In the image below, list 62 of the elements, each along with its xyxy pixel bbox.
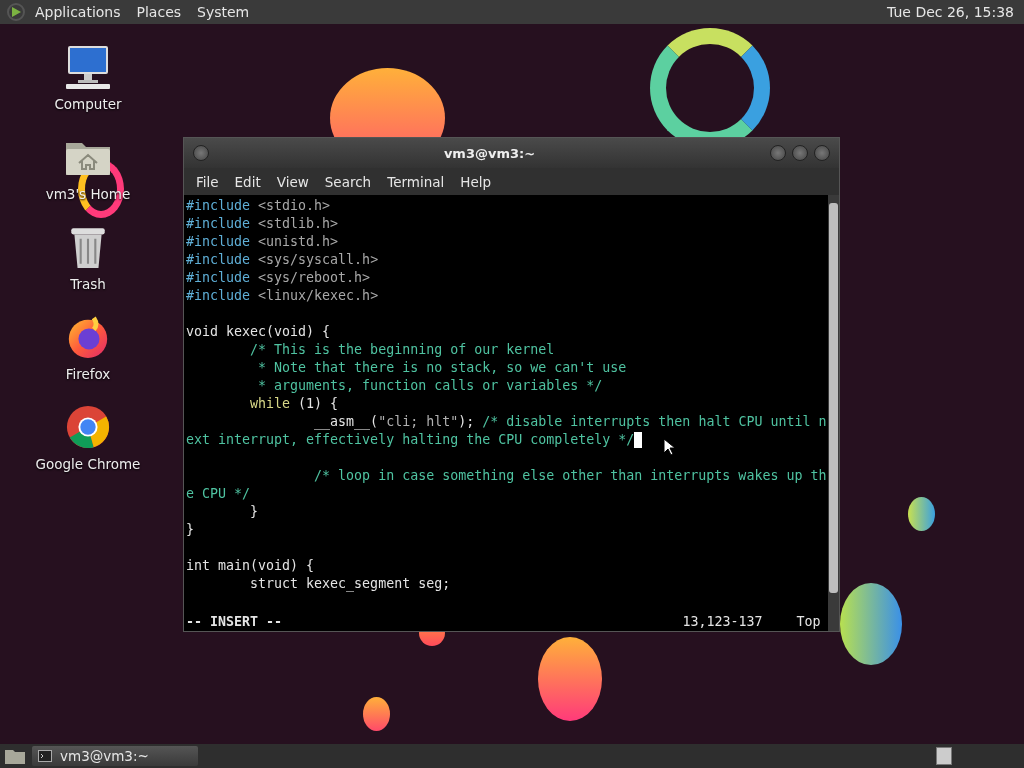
wallpaper-bubble bbox=[363, 697, 390, 731]
desktop-icon-label[interactable]: Firefox bbox=[65, 366, 111, 382]
panel-menu[interactable]: System bbox=[190, 4, 257, 20]
maximize-button[interactable] bbox=[792, 145, 808, 161]
code-text: "cli; hlt" bbox=[378, 413, 459, 431]
code-text: * arguments, function calls or variables */ bbox=[257, 377, 603, 395]
code-text: e CPU */ bbox=[186, 485, 251, 503]
code-text: } bbox=[186, 521, 194, 539]
desktop-icon-label[interactable]: Google Chrome bbox=[35, 456, 141, 472]
window-menu-button[interactable] bbox=[193, 145, 209, 161]
code-text: ext interrupt, effectively halting the CPU completely */ bbox=[186, 431, 635, 449]
code-text: void kexec(void) { bbox=[186, 323, 331, 341]
workspace-switcher[interactable] bbox=[936, 747, 952, 765]
desktop-icon-label[interactable]: Computer bbox=[54, 96, 122, 112]
code-text: <stdlib.h> bbox=[257, 215, 339, 233]
code-text: #include bbox=[186, 197, 251, 215]
panel-menu[interactable]: Places bbox=[129, 4, 189, 20]
code-text: int main(void) { bbox=[186, 557, 315, 575]
terminal-menu[interactable]: View bbox=[268, 173, 317, 190]
panel-menu[interactable]: Applications bbox=[28, 4, 128, 20]
code-text: <stdio.h> bbox=[257, 197, 331, 215]
show-desktop-icon[interactable] bbox=[4, 747, 26, 765]
code-text: #include bbox=[186, 233, 251, 251]
code-text: #include bbox=[186, 215, 251, 233]
terminal-menu[interactable]: File bbox=[188, 173, 227, 190]
cursor-position: 13,123-137 bbox=[682, 613, 763, 629]
distro-logo-icon[interactable] bbox=[6, 2, 26, 22]
chrome-icon[interactable] bbox=[64, 404, 112, 450]
terminal-menu[interactable]: Terminal bbox=[379, 173, 453, 190]
terminal-icon bbox=[38, 750, 52, 762]
terminal-menu[interactable]: Help bbox=[452, 173, 500, 190]
code-text: /* disable interrupts then halt CPU until n bbox=[482, 413, 827, 431]
code-text: struct kexec_segment seg; bbox=[249, 575, 451, 593]
wallpaper-bubble bbox=[908, 497, 935, 531]
code-text: } bbox=[249, 503, 259, 521]
window-title: vm3@vm3:~ bbox=[442, 145, 537, 161]
code-text: * Note that there is no stack, so we can't use bbox=[257, 359, 627, 377]
code-text: #include bbox=[186, 287, 251, 305]
close-button[interactable] bbox=[814, 145, 830, 161]
code-text: <sys/reboot.h> bbox=[257, 269, 371, 287]
computer-icon[interactable] bbox=[64, 44, 112, 90]
code-text: <sys/syscall.h> bbox=[257, 251, 379, 269]
code-text: <linux/kexec.h> bbox=[257, 287, 379, 305]
vim-mode: -- INSERT -- bbox=[186, 613, 283, 629]
code-text: <unistd.h> bbox=[257, 233, 339, 251]
mouse-pointer-icon bbox=[663, 438, 675, 456]
code-text: #include bbox=[186, 251, 251, 269]
code-text: __asm__( bbox=[313, 413, 379, 431]
scrollbar[interactable] bbox=[828, 195, 839, 631]
scroll-position: Top bbox=[796, 613, 821, 629]
desktop-icon-label[interactable]: Trash bbox=[70, 276, 106, 292]
code-text: (1) { bbox=[297, 395, 339, 413]
code-text: /* This is the beginning of our kernel bbox=[249, 341, 555, 359]
minimize-button[interactable] bbox=[770, 145, 786, 161]
code-text: ); bbox=[458, 413, 476, 431]
terminal-menu[interactable]: Edit bbox=[226, 173, 269, 190]
taskbar-button[interactable]: vm3@vm3:~ bbox=[32, 746, 198, 766]
terminal-menu[interactable]: Search bbox=[316, 173, 380, 190]
clock[interactable]: Tue Dec 26, 15:38 bbox=[887, 4, 1018, 20]
code-text: /* loop in case something else other than interrupts wakes up th bbox=[313, 467, 827, 485]
code-text: #include bbox=[186, 269, 251, 287]
code-text: while bbox=[249, 395, 291, 413]
